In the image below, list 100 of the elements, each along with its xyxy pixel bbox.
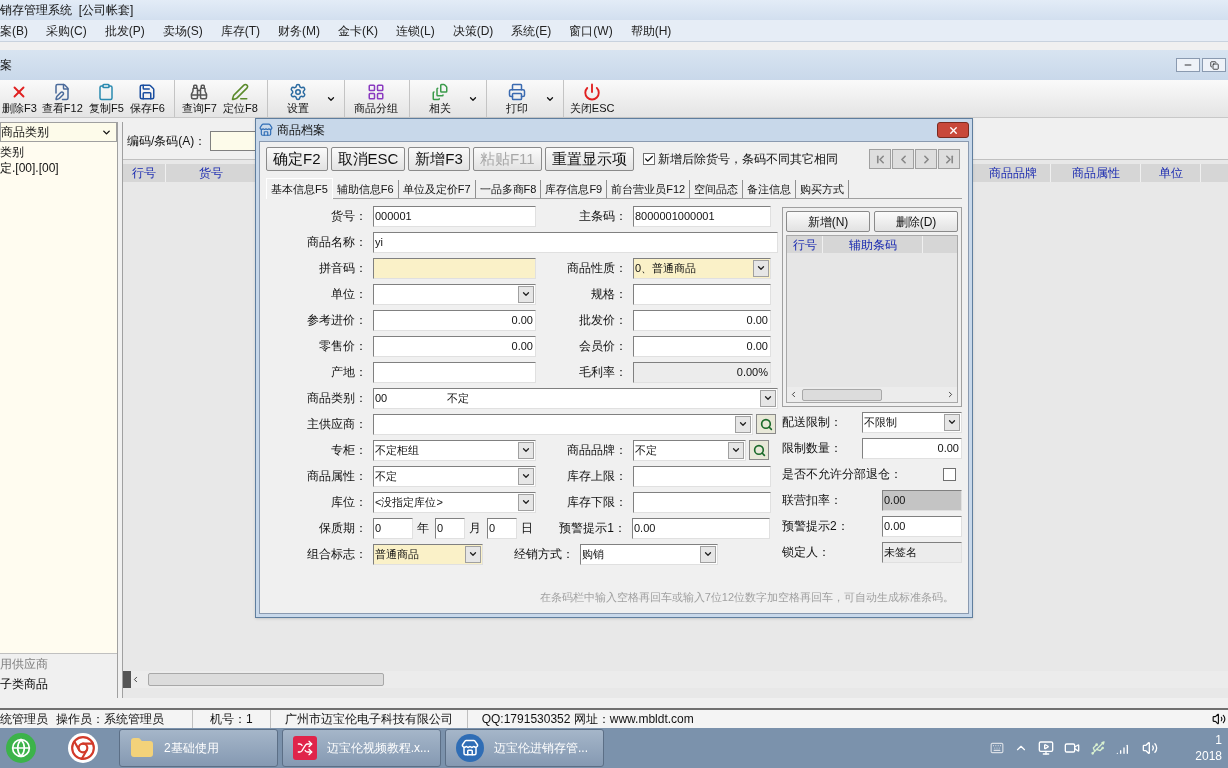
text-field[interactable] — [373, 257, 536, 279]
text-field[interactable]: yi — [373, 231, 778, 253]
number-field[interactable]: 0.00 — [373, 335, 536, 357]
number-field[interactable]: 0.00 — [862, 437, 962, 459]
minimize-button[interactable] — [1176, 58, 1200, 72]
toolbar-button[interactable]: 查询F7 — [178, 80, 220, 117]
menu-item[interactable]: 财务(M) — [278, 21, 320, 40]
text-field[interactable]: 8000001000001 — [633, 205, 771, 227]
scrollbar-thumb[interactable] — [148, 673, 384, 686]
tree-item[interactable]: 定.[00].[00] — [0, 160, 117, 176]
menu-item[interactable]: 决策(D) — [452, 21, 494, 40]
column-header[interactable]: 商品属性 — [1051, 164, 1141, 182]
menu-item[interactable]: 案(B) — [0, 21, 28, 40]
select-field[interactable] — [373, 283, 536, 305]
select-field[interactable]: 00 不定 — [373, 387, 778, 409]
column-header[interactable]: 行号 — [123, 164, 166, 182]
number-field[interactable]: 0.00 — [633, 309, 771, 331]
checkbox[interactable] — [943, 467, 956, 481]
keyboard-icon[interactable] — [990, 741, 1004, 755]
text-field[interactable] — [633, 283, 771, 305]
volume-icon[interactable] — [1142, 740, 1158, 756]
record-navigation-button[interactable] — [938, 149, 960, 169]
number-field[interactable]: 0 — [435, 517, 465, 539]
scrollbar-thumb[interactable] — [802, 388, 882, 401]
horizontal-scrollbar[interactable] — [787, 387, 957, 402]
number-field[interactable]: 0.00 — [633, 335, 771, 357]
horizontal-scrollbar[interactable] — [123, 671, 1228, 688]
select-field[interactable]: 不定 — [373, 465, 536, 487]
column-header[interactable]: 行号 — [787, 236, 823, 253]
menu-item[interactable]: 帮助(H) — [630, 21, 672, 40]
dialog-button[interactable]: 确定F2 — [266, 147, 328, 171]
text-field[interactable] — [373, 361, 536, 383]
toolbar-button[interactable]: 设置 — [271, 80, 338, 117]
column-header[interactable]: 单位 — [1141, 164, 1201, 182]
toolbar-button[interactable]: 关闭ESC — [567, 80, 617, 117]
menu-item[interactable]: 系统(E) — [511, 21, 552, 40]
record-navigation-button[interactable] — [915, 149, 937, 169]
column-header[interactable]: 辅助条码 — [823, 236, 923, 253]
text-field[interactable]: 0.00 — [882, 515, 962, 537]
select-field[interactable]: 0、普通商品 — [633, 257, 771, 279]
field-label: 批发价： — [578, 312, 627, 329]
column-header[interactable]: 商品品牌 — [976, 164, 1051, 182]
number-field[interactable]: 0.00 — [373, 309, 536, 331]
menu-item[interactable]: 采购(C) — [46, 21, 87, 40]
toolbar-button[interactable]: 删除F3 — [0, 80, 39, 117]
browser-icon[interactable] — [6, 733, 36, 763]
tab[interactable]: 基本信息F5 — [266, 178, 333, 199]
menu-item[interactable]: 批发(P) — [104, 21, 145, 40]
record-navigation-button[interactable] — [892, 149, 914, 169]
record-navigation-button[interactable] — [869, 149, 891, 169]
menu-item[interactable]: 窗口(W) — [569, 21, 613, 40]
toolbar-button[interactable]: 相关 — [413, 80, 480, 117]
select-field[interactable]: <没指定库位> — [373, 491, 536, 513]
lookup-button[interactable] — [756, 414, 776, 434]
dialog-button[interactable]: 取消ESC — [330, 147, 406, 171]
select-value: 00 — [375, 390, 388, 406]
toolbar-button[interactable]: 定位F8 — [219, 80, 261, 117]
dialog-title: 商品档案 — [277, 122, 325, 139]
readonly-field: 未签名 — [882, 541, 962, 563]
select-field[interactable] — [373, 413, 753, 435]
dialog-button[interactable]: 重置显示项 — [544, 147, 634, 171]
select-field[interactable]: 不定柜组 — [373, 439, 536, 461]
category-select[interactable]: 商品类别 — [0, 122, 117, 142]
select-field[interactable]: 购销 — [580, 543, 718, 565]
close-button[interactable] — [937, 122, 969, 138]
save-icon — [138, 82, 157, 101]
menu-item[interactable]: 金卡(K) — [338, 21, 378, 40]
select-field[interactable]: 普通商品 — [373, 543, 483, 565]
toolbar-button[interactable]: 保存F6 — [126, 80, 168, 117]
monitor-play-icon[interactable] — [1038, 740, 1054, 756]
unit-label: 年 — [417, 520, 429, 537]
panel-button[interactable]: 删除(D) — [874, 211, 958, 232]
select-field[interactable]: 不限制 — [862, 411, 962, 433]
chrome-icon[interactable] — [68, 733, 98, 763]
menu-item[interactable]: 库存(T) — [220, 21, 260, 40]
panel-button[interactable]: 新增(N) — [786, 211, 870, 232]
select-field[interactable]: 不定 — [633, 439, 746, 461]
toolbar-button[interactable]: 打印 — [490, 80, 557, 117]
toolbar-button[interactable]: 查看F12 — [38, 80, 86, 117]
camera-icon[interactable] — [1064, 740, 1080, 756]
tree-item[interactable]: 类别 — [0, 144, 117, 160]
sidebar-item[interactable]: 子类商品 — [0, 674, 117, 694]
menu-item[interactable]: 卖场(S) — [162, 21, 203, 40]
usb-icon[interactable] — [1090, 740, 1106, 756]
text-field[interactable] — [633, 465, 771, 487]
number-field[interactable]: 0 — [373, 517, 413, 539]
checkbox[interactable] — [642, 153, 655, 165]
number-field[interactable]: 0 — [487, 517, 517, 539]
field-label: 是否不允许分部退仓： — [782, 466, 902, 483]
dialog-button[interactable]: 新增F3 — [408, 147, 470, 171]
restore-button[interactable] — [1202, 58, 1226, 72]
field-label: 单位： — [330, 286, 367, 303]
text-field[interactable] — [633, 491, 771, 513]
text-field[interactable]: 000001 — [373, 205, 536, 227]
lookup-button[interactable] — [749, 440, 769, 460]
toolbar-button[interactable]: 商品分组 — [348, 80, 403, 117]
menu-item[interactable]: 连锁(L) — [396, 21, 435, 40]
text-field[interactable]: 0.00 — [632, 517, 770, 539]
select-value: 0、普通商品 — [635, 260, 697, 276]
toolbar-button[interactable]: 复制F5 — [85, 80, 127, 117]
